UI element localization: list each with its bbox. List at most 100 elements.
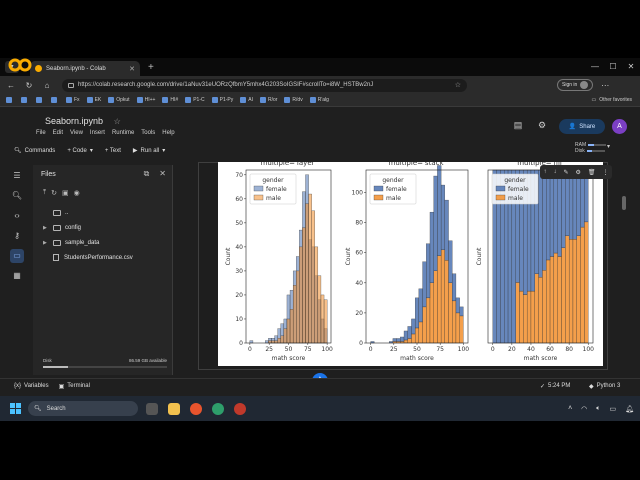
notebook-title[interactable]: Seaborn.ipynb <box>45 116 103 126</box>
show-hidden-eye-icon[interactable]: ◉ <box>74 189 80 197</box>
address-bar[interactable]: https://colab.research.google.com/drive/… <box>62 78 467 92</box>
bookmark-item[interactable] <box>51 97 59 103</box>
new-tab-icon[interactable]: + <box>148 62 154 73</box>
reload-icon[interactable]: ↻ <box>22 81 36 90</box>
y-tick-label: 40 <box>355 280 363 287</box>
move-up-icon[interactable]: ↑ <box>543 169 546 175</box>
menu-file[interactable]: File <box>36 130 46 136</box>
bookmark-item[interactable]: P1-C <box>185 97 205 103</box>
bookmark-item[interactable] <box>36 97 44 103</box>
maximize-icon[interactable]: ☐ <box>604 58 622 76</box>
close-panel-icon[interactable]: ✕ <box>159 169 166 179</box>
settings-icon[interactable]: ⚙ <box>575 169 580 176</box>
move-down-icon[interactable]: ↓ <box>553 169 556 175</box>
task-view-icon[interactable] <box>146 402 158 415</box>
ram-bar <box>588 143 607 146</box>
files-title: Files <box>41 171 56 178</box>
file-item-config[interactable]: ▶ config <box>43 220 171 235</box>
variables-button[interactable]: {x} Variables <box>14 383 49 389</box>
mount-drive-icon[interactable]: ▣ <box>62 189 69 197</box>
secrets-key-icon[interactable]: ⚷ <box>10 229 24 243</box>
comments-icon[interactable]: ▤ <box>512 120 524 132</box>
bookmark-item[interactable] <box>6 97 14 103</box>
browser-tab[interactable]: Seaborn.ipynb - Colab ✕ <box>30 61 140 76</box>
bookmark-star-icon[interactable]: ☆ <box>455 81 461 89</box>
execution-time[interactable]: ✓ 5:24 PM <box>540 383 570 390</box>
close-window-icon[interactable]: ✕ <box>622 58 640 76</box>
commands-button[interactable]: 🔍︎ Commands <box>14 147 55 155</box>
recorder-app-icon[interactable] <box>234 402 246 415</box>
taskbar-search[interactable]: 🔍︎ Search <box>28 401 138 416</box>
bookmark-item[interactable]: Fx <box>66 97 80 103</box>
edit-icon[interactable]: ✎ <box>563 169 568 176</box>
browser-menu-icon[interactable]: ⋯ <box>601 81 609 90</box>
share-button[interactable]: 👤 Share <box>559 119 605 134</box>
edge-browser-icon[interactable] <box>212 402 224 415</box>
bar-male <box>452 300 457 344</box>
bar-male <box>308 193 312 344</box>
other-favorites[interactable]: ▭ Other favorites <box>591 97 632 103</box>
brave-browser-icon[interactable] <box>190 402 202 415</box>
bar-female <box>426 243 431 299</box>
bookmark-item[interactable]: HI# <box>162 97 178 103</box>
menu-help[interactable]: Help <box>162 130 174 136</box>
menu-edit[interactable]: Edit <box>53 130 63 136</box>
notifications-icon[interactable]: 🔔︎ <box>625 405 634 413</box>
table-of-contents-icon[interactable]: ☰ <box>10 169 24 183</box>
bookmark-item[interactable]: R'alg <box>309 97 329 103</box>
notebook-scrollbar[interactable] <box>622 196 626 210</box>
bookmark-item[interactable] <box>21 97 29 103</box>
file-item-parent[interactable]: .. <box>43 205 171 220</box>
site-info-icon[interactable] <box>68 82 74 88</box>
bookmark-item[interactable]: Opkut <box>108 97 130 103</box>
code-snippets-icon[interactable]: ‹› <box>10 209 24 223</box>
user-avatar[interactable]: A <box>612 119 627 134</box>
refresh-icon[interactable]: ↻ <box>51 189 57 197</box>
data-explorer-icon[interactable]: ▦ <box>10 269 24 283</box>
terminal-button[interactable]: ▣ Terminal <box>59 383 90 390</box>
volume-icon[interactable]: 🔈︎ <box>596 405 600 413</box>
bookmark-item[interactable]: P1-Py <box>211 97 233 103</box>
star-icon[interactable]: ☆ <box>114 117 121 126</box>
close-tab-icon[interactable]: ✕ <box>129 65 135 73</box>
resource-monitor[interactable]: RAM Disk ▾ <box>575 142 610 154</box>
find-icon[interactable]: 🔍︎ <box>10 189 24 203</box>
kernel-indicator[interactable]: ◆ Python 3 <box>589 383 620 390</box>
bookmark-item[interactable]: EK <box>86 97 101 103</box>
home-icon[interactable]: ⌂ <box>40 81 54 90</box>
bookmark-item[interactable]: R/dv <box>284 97 303 103</box>
file-item-sample-data[interactable]: ▶ sample_data <box>43 235 171 250</box>
bookmark-item[interactable]: AI <box>240 97 253 103</box>
windows-start-icon[interactable] <box>10 403 21 414</box>
menu-view[interactable]: View <box>70 130 83 136</box>
more-options-icon[interactable]: ⋮ <box>602 169 608 176</box>
files-folder-icon[interactable]: ▭ <box>10 249 24 263</box>
run-all-button[interactable]: ▶ Run all ▾ <box>133 147 165 155</box>
sign-in-button[interactable]: Sign in <box>557 79 594 91</box>
battery-icon[interactable]: ▭ <box>609 405 616 413</box>
upload-icon[interactable]: ⤒ <box>43 189 46 197</box>
menu-runtime[interactable]: Runtime <box>112 130 134 136</box>
settings-gear-icon[interactable]: ⚙ <box>536 120 548 132</box>
delete-icon[interactable]: 🗑︎ <box>588 169 596 176</box>
chevron-up-icon[interactable]: ˄ <box>568 405 572 412</box>
bookmark-item[interactable]: HI++ <box>136 97 155 103</box>
file-explorer-icon[interactable] <box>168 402 180 415</box>
bookmark-label: AI <box>248 97 253 103</box>
open-in-tab-icon[interactable]: ⧉ <box>144 169 150 179</box>
bookmark-item[interactable]: R/or <box>259 97 277 103</box>
back-icon[interactable]: ← <box>4 81 18 90</box>
bar-male <box>530 290 535 344</box>
minimize-icon[interactable]: — <box>586 58 604 76</box>
colab-logo-icon[interactable] <box>8 58 32 72</box>
add-text-button[interactable]: + Text <box>105 148 121 154</box>
wifi-icon[interactable]: ◠ <box>581 405 587 413</box>
file-item-csv[interactable]: StudentsPerformance.csv <box>43 250 171 265</box>
chevron-down-icon[interactable]: ▾ <box>607 144 610 150</box>
add-code-button[interactable]: + Code ▾ <box>67 147 93 155</box>
menu-tools[interactable]: Tools <box>141 130 155 136</box>
menu-insert[interactable]: Insert <box>90 130 105 136</box>
bar-male <box>317 275 322 344</box>
expand-arrow-icon[interactable]: ▶ <box>43 240 51 246</box>
expand-arrow-icon[interactable]: ▶ <box>43 225 51 231</box>
